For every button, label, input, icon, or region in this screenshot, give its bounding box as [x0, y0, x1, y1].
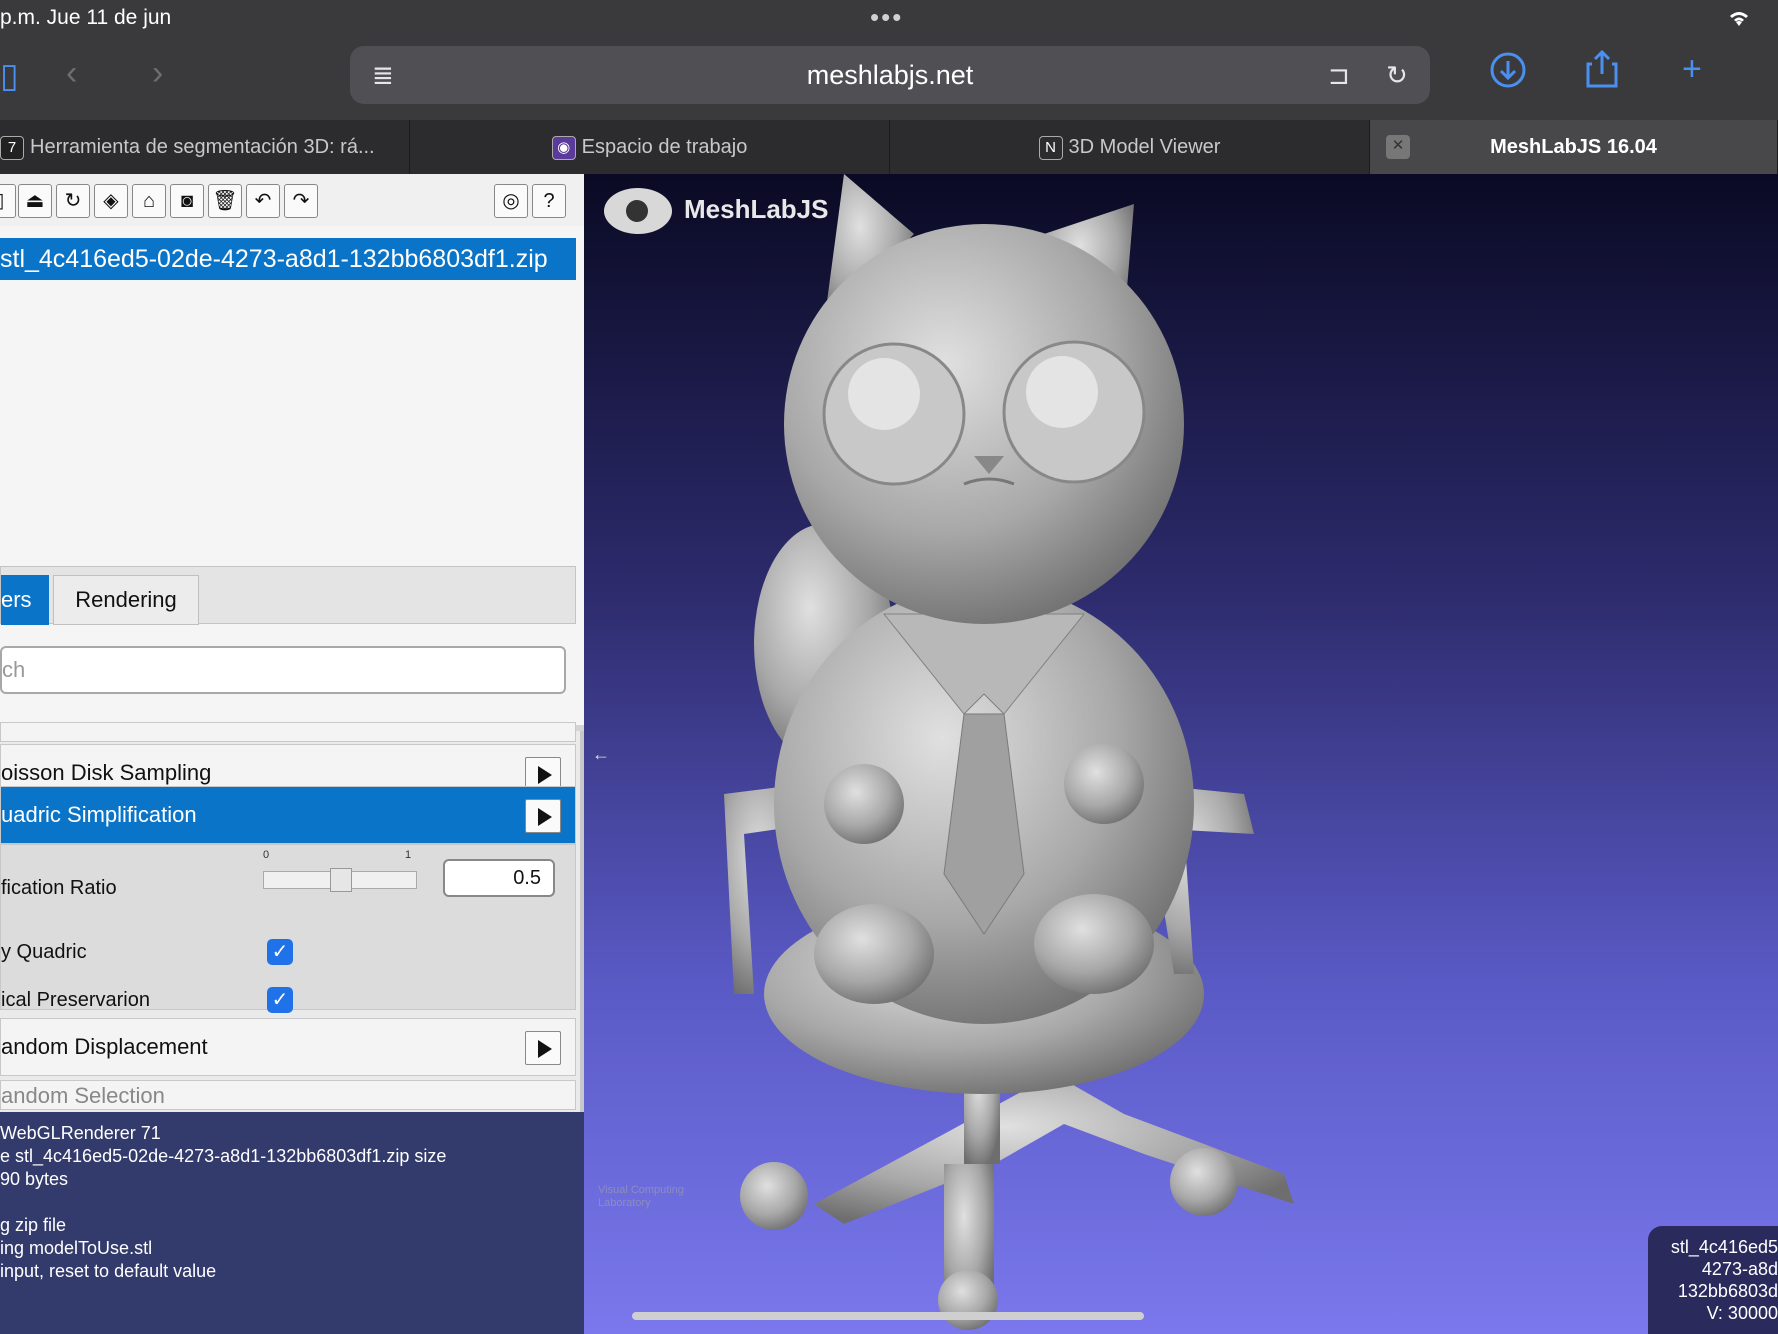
info-line: 4273-a8d [1701, 1259, 1778, 1279]
info-line: V: 30000 [1706, 1303, 1778, 1323]
status-time: p.m. Jue 11 de jun [0, 6, 172, 29]
meshlab-toolbar: ▯ ⏏ ↻ ◈ ⌂ ◙ 🗑 ↶ ↷ ◎ ? [0, 174, 584, 226]
share-icon[interactable] [1586, 49, 1618, 97]
github-icon[interactable]: ◎ [494, 184, 528, 218]
filter-row-partial[interactable] [0, 722, 576, 742]
tab-label: Herramienta de segmentación 3D: rá... [30, 136, 375, 158]
log-line: input, reset to default value [0, 1261, 217, 1281]
filter-label: andom Displacement [1, 1034, 208, 1059]
tab-3d-model-viewer[interactable]: N 3D Model Viewer [890, 120, 1370, 174]
info-line: stl_4c416ed5 [1670, 1237, 1778, 1257]
slider-knob[interactable] [330, 868, 352, 892]
new-tab-icon[interactable]: + [1682, 50, 1702, 89]
download-icon[interactable] [1490, 52, 1526, 97]
back-icon[interactable]: ‹ [66, 54, 77, 93]
export-icon[interactable]: ⏏ [18, 184, 52, 218]
home-indicator[interactable] [632, 1312, 1144, 1320]
param-quadric-label: y Quadric [1, 941, 87, 963]
extension-icon[interactable]: ⊐ [1328, 60, 1350, 91]
tab-workspace[interactable]: ◉ Espacio de trabajo [410, 120, 890, 174]
help-icon[interactable]: ? [532, 184, 566, 218]
filter-label: uadric Simplification [1, 802, 197, 827]
tab-meshlabjs[interactable]: ✕ MeshLabJS 16.04 [1370, 120, 1778, 174]
ipad-screen: p.m. Jue 11 de jun ••• ▯ ‹ › ≣ meshlabjs… [0, 0, 1778, 1334]
close-tab-icon[interactable]: ✕ [1386, 135, 1410, 159]
reload-mesh-icon[interactable]: ↻ [56, 184, 90, 218]
play-icon[interactable] [525, 1031, 561, 1065]
play-icon[interactable] [525, 799, 561, 833]
tab-label: MeshLabJS 16.04 [1490, 136, 1657, 158]
address-bar[interactable]: ≣ meshlabjs.net ⊐ ↻ [350, 46, 1430, 104]
log-line: ing modelToUse.stl [0, 1238, 153, 1258]
tab-rendering[interactable]: Rendering [53, 575, 199, 625]
log-line: g zip file [0, 1215, 67, 1235]
notion-icon: N [1038, 135, 1063, 160]
log-line: WebGLRenderer 71 [0, 1123, 161, 1143]
log-line: e stl_4c416ed5-02de-4273-a8d1-132bb6803d… [0, 1146, 447, 1166]
filter-random-selection[interactable]: andom Selection [0, 1080, 576, 1110]
sidebar-toggle-icon[interactable]: ▯ [0, 56, 19, 96]
left-panel: ▯ ⏏ ↻ ◈ ⌂ ◙ 🗑 ↶ ↷ ◎ ? stl_4c416ed5-02de-… [0, 174, 584, 1334]
param-preservation-label: ical Preservarion [1, 989, 150, 1011]
mesh-icon[interactable]: ◈ [94, 184, 128, 218]
tab-segmentation[interactable]: 7 Herramienta de segmentación 3D: rá... [0, 120, 410, 174]
preservation-checkbox[interactable]: ✓ [267, 987, 293, 1013]
layer-item-selected[interactable]: stl_4c416ed5-02de-4273-a8d1-132bb6803df1… [0, 238, 576, 280]
tab-label: 3D Model Viewer [1068, 136, 1221, 158]
snapshot-icon[interactable]: ◙ [170, 184, 204, 218]
tab-label: Espacio de trabajo [581, 136, 748, 158]
info-line: 132bb6803d [1677, 1281, 1778, 1301]
quadric-params: fication Ratio 0 1 0.5 y Quadric ✓ ical … [0, 844, 576, 1013]
mesh-info-box: stl_4c416ed5 4273-a8d 132bb6803d V: 3000… [1648, 1226, 1778, 1334]
slider-min-label: 0 [263, 849, 270, 861]
ratio-slider[interactable] [263, 868, 417, 892]
redo-icon[interactable]: ↷ [284, 184, 318, 218]
quadric-checkbox[interactable]: ✓ [267, 939, 293, 965]
browser-toolbar: ▯ ‹ › ≣ meshlabjs.net ⊐ ↻ + [0, 38, 1778, 120]
log-console: WebGLRenderer 71 e stl_4c416ed5-02de-427… [0, 1112, 584, 1334]
3d-viewport[interactable]: MeshLabJS ← Visual Computing Laboratory … [584, 174, 1778, 1334]
forward-icon[interactable]: › [152, 54, 163, 93]
undo-icon[interactable]: ↶ [246, 184, 280, 218]
filter-search-input[interactable]: ch [0, 646, 566, 694]
panel-tabs: ers Rendering [0, 566, 576, 625]
reload-icon[interactable]: ↻ [1386, 60, 1408, 91]
url-text: meshlabjs.net [806, 60, 974, 90]
vcl-logos: Visual Computing Laboratory [598, 1184, 698, 1210]
log-line: 90 bytes [0, 1169, 69, 1189]
home-icon[interactable]: ⌂ [132, 184, 166, 218]
slider-max-label: 1 [405, 849, 412, 861]
multitask-dots-icon[interactable]: ••• [870, 2, 903, 33]
param-ratio-label: fication Ratio [1, 877, 117, 899]
delete-icon[interactable]: 🗑 [208, 184, 242, 218]
wifi-icon [1726, 8, 1752, 34]
filter-random-displacement[interactable]: andom Displacement [0, 1018, 576, 1076]
ratio-input[interactable]: 0.5 [443, 859, 555, 897]
filter-label: oisson Disk Sampling [1, 760, 212, 785]
tab-strip: 7 Herramienta de segmentación 3D: rá... ◉… [0, 120, 1778, 174]
tab-favicon-icon: 7 [0, 135, 24, 160]
filter-label: andom Selection [1, 1083, 165, 1108]
tab-filters[interactable]: ers [1, 575, 49, 625]
status-bar: p.m. Jue 11 de jun ••• [0, 0, 1778, 38]
tab-favicon-icon: ◉ [551, 135, 576, 160]
filter-quadric-simplification[interactable]: uadric Simplification [0, 786, 576, 844]
open-file-icon[interactable]: ▯ [0, 184, 16, 218]
cat-chair-model [724, 174, 1294, 1330]
lab-text: Visual Computing Laboratory [598, 1184, 685, 1209]
